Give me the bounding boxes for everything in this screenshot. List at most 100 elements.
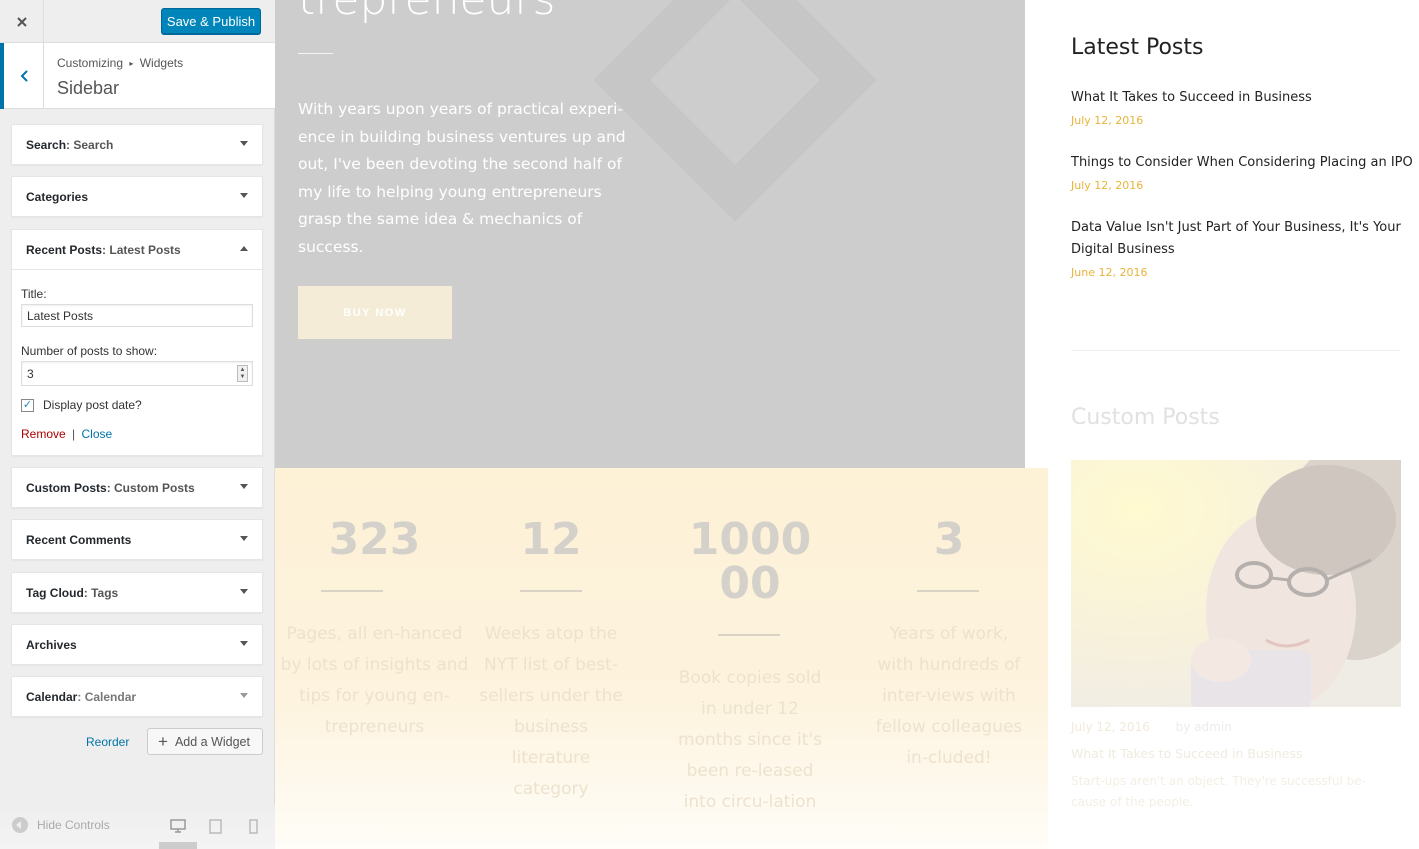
widget-header[interactable]: Search: Search [12,125,262,164]
widget-recent-posts[interactable]: Recent Posts: Latest Posts Title: Latest… [11,229,263,456]
custom-posts-heading: Custom Posts [1071,405,1220,430]
latest-post-title[interactable]: Data Value Isn't Just Part of Your Busin… [1071,217,1401,261]
close-icon [16,16,27,27]
widget-header[interactable]: Tag Cloud: Tags [12,573,262,612]
hide-controls-button[interactable]: Hide Controls [12,817,110,833]
widget-name: Archives [26,637,77,652]
breadcrumb: Customizing ▸ Widgets [57,56,183,70]
latest-post-title[interactable]: What It Takes to Succeed in Business [1071,87,1411,109]
stat-number: 323 [328,514,421,565]
stat-divider [520,590,582,592]
chevron-down-icon[interactable] [240,536,248,541]
customizer-header: Save & Publish [0,0,275,43]
back-button[interactable] [0,43,44,109]
tablet-preview-icon[interactable] [209,819,222,834]
chevron-up-icon[interactable] [240,246,248,251]
preview-sidebar: Latest Posts What It Takes to Succeed in… [1071,0,1413,849]
reorder-link[interactable]: Reorder [86,735,129,749]
widget-header[interactable]: Archives [12,625,262,664]
widget-name: Recent Comments [26,532,132,547]
chevron-down-icon[interactable] [240,641,248,646]
number-label: Number of posts to show: [21,344,158,358]
customizer-footer: Hide Controls [0,805,275,849]
widget-actions: Remove | Close [21,427,253,441]
number-input[interactable]: 3 ▲ ▼ [21,361,253,386]
widget-recent-comments[interactable]: Recent Comments [11,519,263,560]
remove-link[interactable]: Remove [21,427,66,441]
actions-separator: | [72,427,76,441]
latest-post-item: Data Value Isn't Just Part of Your Busin… [1071,217,1401,279]
widget-archives[interactable]: Archives [11,624,263,665]
widget-subtitle: : Tags [83,585,119,600]
widget-header[interactable]: Custom Posts: Custom Posts [12,468,262,507]
widget-header[interactable]: Recent Comments [12,520,262,559]
add-widget-label: Add a Widget [174,734,250,749]
close-customizer-button[interactable] [0,0,44,43]
latest-post-date: June 12, 2016 [1071,266,1148,279]
chevron-down-icon[interactable] [240,589,248,594]
buy-now-button[interactable]: BUY NOW [298,286,452,339]
chevron-down-icon[interactable] [240,141,248,146]
active-device-indicator [159,842,197,849]
widget-custom-posts[interactable]: Custom Posts: Custom Posts [11,467,263,508]
breadcrumb-current: Widgets [139,56,184,70]
stat-item: 323 Pages, all en-hanced by lots of insi… [275,468,474,849]
widget-search[interactable]: Search: Search [11,124,263,165]
woman-with-glasses-photo [1071,460,1401,707]
latest-post-item: Things to Consider When Considering Plac… [1071,152,1413,192]
number-value: 3 [27,366,34,381]
save-publish-button[interactable]: Save & Publish [161,8,261,35]
widget-categories[interactable]: Categories [11,176,263,217]
chevron-down-icon[interactable] [240,193,248,198]
section-header: Customizing ▸ Widgets Sidebar [0,43,275,109]
widget-name: Calendar [26,689,78,704]
stat-item: 100000 Book copies sold in under 12 mont… [650,468,850,849]
chevron-left-icon [20,70,28,82]
stat-item: 3 Years of work, with hundreds of inter-… [849,468,1049,849]
stat-description: Weeks atop the NYT list of best-sellers … [479,624,623,799]
mobile-preview-icon[interactable] [249,819,258,834]
widget-header[interactable]: Recent Posts: Latest Posts [12,230,262,269]
hero-divider [298,53,333,54]
chevron-down-icon[interactable] [240,693,248,698]
number-stepper[interactable]: ▲ ▼ [237,365,248,382]
breadcrumb-root: Customizing [57,56,124,70]
widget-header[interactable]: Calendar: Calendar [12,677,262,716]
latest-post-title[interactable]: Things to Consider When Considering Plac… [1071,152,1413,174]
add-widget-button[interactable]: + Add a Widget [147,728,263,755]
widget-header[interactable]: Categories [12,177,262,216]
custom-post-meta: July 12, 2016 by admin [1071,720,1232,734]
widget-name: Recent Posts [26,242,103,257]
plus-icon: + [158,732,168,751]
widget-tag-cloud[interactable]: Tag Cloud: Tags [11,572,263,613]
stat-description: Book copies sold in under 12 months sinc… [678,668,822,812]
widget-name: Custom Posts [26,480,107,495]
display-date-checkbox[interactable]: ✓ [21,398,34,412]
custom-post-title[interactable]: What It Takes to Succeed in Business [1071,746,1302,761]
breadcrumb-separator: ▸ [129,59,134,68]
stat-number: 3 [933,514,965,565]
widget-calendar[interactable]: Calendar: Calendar [11,676,263,717]
latest-post-item: What It Takes to Succeed in Business Jul… [1071,87,1411,127]
widget-name: Tag Cloud [26,585,84,600]
title-input[interactable]: Latest Posts [21,304,253,327]
custom-post-image[interactable] [1071,460,1401,707]
desktop-preview-icon[interactable] [170,819,186,833]
display-date-label: Display post date? [43,398,142,412]
stepper-up-icon[interactable]: ▲ [240,367,246,373]
latest-post-date: July 12, 2016 [1071,179,1144,192]
hero-text: With years upon years of practical exper… [298,100,626,256]
section-title: Sidebar [57,78,120,98]
stepper-down-icon[interactable]: ▼ [240,374,246,380]
custom-post-date: July 12, 2016 [1071,720,1150,734]
stat-divider [917,590,979,592]
stat-divider [321,590,383,592]
chevron-down-icon[interactable] [240,484,248,489]
stat-number: 100000 [688,514,812,609]
stat-description: Pages, all en-hanced by lots of insights… [280,624,469,737]
sidebar-divider [1071,350,1401,351]
close-link[interactable]: Close [82,427,113,441]
widget-subtitle: : Search [66,137,114,152]
hero-title: trepreneurs [298,0,555,25]
custom-post-author[interactable]: by admin [1176,720,1232,734]
